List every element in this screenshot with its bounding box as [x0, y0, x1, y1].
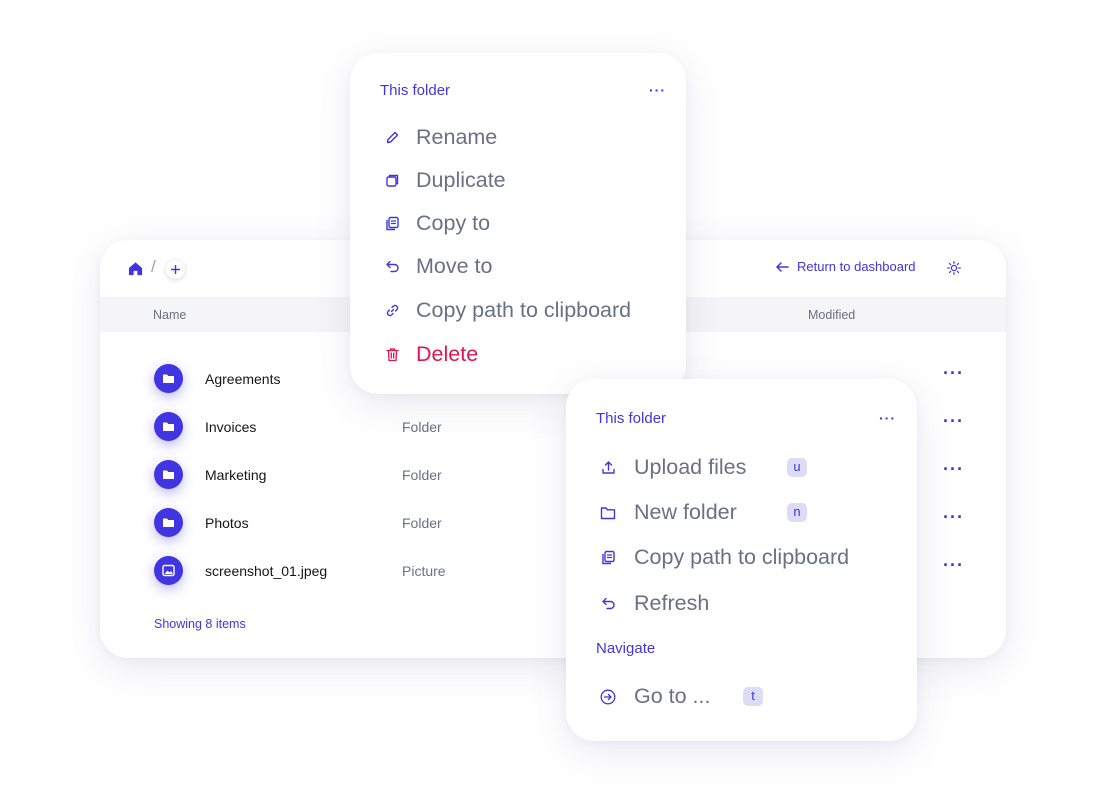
menu-item-label: Go to ... [634, 684, 711, 708]
sun-icon[interactable] [947, 261, 961, 275]
menu-item-upload-files[interactable]: Upload files u [599, 455, 879, 480]
menu-item-new-folder[interactable]: New folder n [599, 500, 879, 525]
pencil-icon [383, 129, 401, 147]
copy-icon [383, 215, 401, 233]
file-name: Marketing [205, 467, 267, 483]
folder-icon [599, 504, 617, 522]
row-more-button[interactable]: ··· [943, 411, 964, 432]
menu-item-copy-to[interactable]: Copy to [383, 211, 490, 236]
file-name: Invoices [205, 419, 257, 435]
trash-icon [383, 346, 401, 364]
file-name: Agreements [205, 371, 281, 387]
shortcut-badge: u [787, 458, 807, 477]
menu-item-copy-path[interactable]: Copy path to clipboard [599, 545, 849, 570]
duplicate-icon [383, 172, 401, 190]
home-icon[interactable] [128, 261, 143, 276]
file-type: Folder [402, 419, 442, 435]
menu-item-label: Copy path to clipboard [416, 298, 632, 322]
menu-item-label: Copy to [416, 211, 491, 235]
menu-title: This folder [596, 410, 667, 427]
menu-item-label: New folder [634, 500, 737, 524]
shortcut-badge: n [787, 503, 807, 522]
menu-item-label: Upload files [634, 455, 747, 479]
menu-more-button[interactable]: ··· [879, 410, 896, 426]
menu-item-refresh[interactable]: Refresh [599, 591, 709, 616]
column-header-modified[interactable]: Modified [808, 308, 855, 322]
menu-item-go-to[interactable]: Go to ... t [599, 684, 879, 709]
file-type: Folder [402, 515, 442, 531]
folder-icon [154, 364, 183, 393]
menu-item-label: Copy path to clipboard [634, 545, 850, 569]
menu-item-duplicate[interactable]: Duplicate [383, 168, 506, 193]
menu-item-rename[interactable]: Rename [383, 125, 497, 150]
row-more-button[interactable]: ··· [943, 459, 964, 480]
copy-icon [599, 549, 617, 567]
row-more-button[interactable]: ··· [943, 507, 964, 528]
undo-arrow-icon [599, 595, 617, 613]
folder-icon [154, 412, 183, 441]
return-to-dashboard-label: Return to dashboard [797, 259, 916, 274]
arrow-circle-right-icon [599, 688, 617, 706]
shortcut-badge: t [743, 687, 763, 706]
file-type: Folder [402, 467, 442, 483]
breadcrumb-separator: / [151, 257, 156, 276]
image-icon [154, 556, 183, 585]
menu-item-label: Refresh [634, 591, 710, 615]
return-to-dashboard-link[interactable]: Return to dashboard [776, 259, 916, 274]
menu-item-move-to[interactable]: Move to [383, 254, 492, 279]
menu-item-label: Move to [416, 254, 493, 278]
menu-item-delete[interactable]: Delete [383, 342, 478, 367]
add-button[interactable] [166, 260, 185, 279]
link-icon [383, 302, 401, 320]
file-name: Photos [205, 515, 249, 531]
menu-more-button[interactable]: ··· [649, 82, 666, 98]
row-more-button[interactable]: ··· [943, 363, 964, 384]
file-type: Picture [402, 563, 446, 579]
menu-item-copy-path[interactable]: Copy path to clipboard [383, 298, 631, 323]
item-count-label: Showing 8 items [154, 617, 246, 631]
file-name: screenshot_01.jpeg [205, 563, 328, 579]
folder-actions-menu: This folder ··· Rename Duplicate Copy to… [350, 53, 686, 394]
menu-item-label: Duplicate [416, 168, 506, 192]
column-header-name[interactable]: Name [153, 308, 186, 322]
folder-icon [154, 460, 183, 489]
row-more-button[interactable]: ··· [943, 555, 964, 576]
arrow-left-icon [776, 261, 789, 272]
menu-item-label: Rename [416, 125, 498, 149]
navigate-section-title: Navigate [596, 640, 656, 657]
folder-context-menu: This folder ··· Upload files u New folde… [566, 379, 917, 741]
menu-title: This folder [380, 82, 451, 99]
menu-item-label: Delete [416, 342, 479, 366]
plus-icon [171, 265, 180, 274]
folder-icon [154, 508, 183, 537]
upload-icon [599, 459, 617, 477]
undo-arrow-icon [383, 258, 401, 276]
